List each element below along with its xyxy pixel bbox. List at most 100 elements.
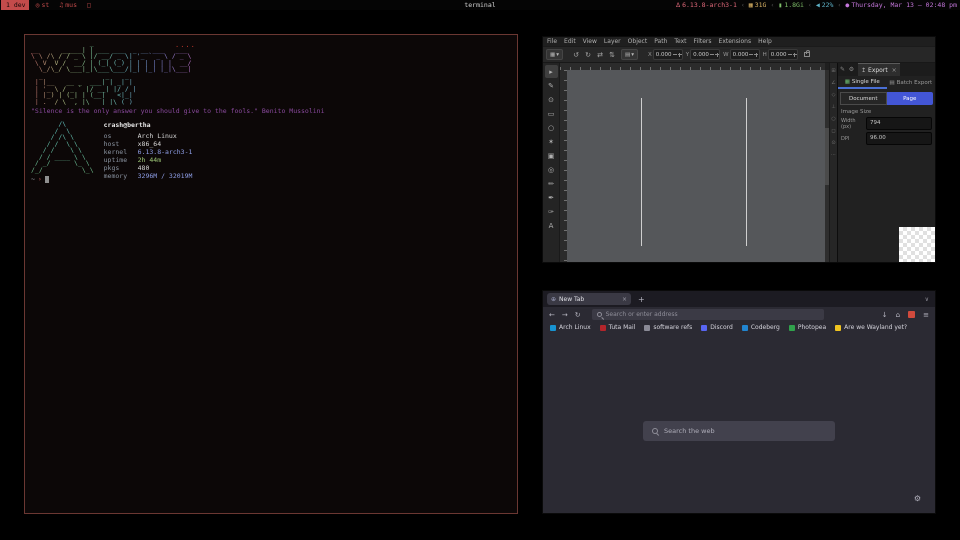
inkscape-window[interactable]: File Edit View Layer Object Path Text Filters Ex… xyxy=(542,36,936,263)
menu-item[interactable]: Edit xyxy=(564,38,576,45)
spinbox-value[interactable]: 0.000 xyxy=(691,52,709,58)
snap-icon[interactable]: ⊥ xyxy=(831,104,835,110)
select-mode-dropdown[interactable]: ▦▾ xyxy=(546,49,563,60)
align-dropdown[interactable]: ▤▾ xyxy=(621,49,638,60)
menu-item[interactable]: Extensions xyxy=(719,38,752,45)
bookmark-item[interactable]: Arch Linux xyxy=(550,324,591,331)
spinbox[interactable]: 0.000 xyxy=(653,49,683,60)
coordinate-field: Y0.000 xyxy=(686,49,720,60)
back-icon[interactable]: ← xyxy=(549,311,555,319)
tool-button[interactable]: ✑ xyxy=(545,205,558,218)
workspace-tag[interactable]: ◎st xyxy=(33,0,53,10)
bookmark-label: Codeberg xyxy=(751,324,780,331)
tab-bar: ⊕ New Tab × + ∨ xyxy=(543,291,935,307)
export-mode-tab[interactable]: ▤Batch Export xyxy=(887,76,936,89)
tool-button[interactable]: ○ xyxy=(545,121,558,134)
menu-item[interactable]: Layer xyxy=(604,38,621,45)
bookmark-item[interactable]: Codeberg xyxy=(742,324,780,331)
bookmark-item[interactable]: Photopea xyxy=(789,324,826,331)
tool-button[interactable]: ▣ xyxy=(545,149,558,162)
downloads-icon[interactable]: ↓ xyxy=(882,311,888,319)
increment-icon[interactable] xyxy=(714,50,719,59)
spinbox[interactable]: 0.000 xyxy=(730,49,760,60)
spinbox-value[interactable]: 0.000 xyxy=(731,52,749,58)
menu-item[interactable]: Object xyxy=(628,38,648,45)
spinbox-value[interactable]: 0.000 xyxy=(654,52,672,58)
menu-item[interactable]: Text xyxy=(674,38,686,45)
snap-icon[interactable]: ⋯ xyxy=(831,152,836,158)
dock-dialog-icon[interactable]: ✎ xyxy=(838,66,847,73)
vertical-ruler xyxy=(560,70,567,262)
forward-icon[interactable]: → xyxy=(562,311,568,319)
reload-icon[interactable]: ↻ xyxy=(575,311,581,319)
increment-icon[interactable] xyxy=(753,50,758,59)
tool-button[interactable]: ▸ xyxy=(545,65,558,78)
module-text: Thursday, Mar 13 — 02:48 pm xyxy=(851,0,957,10)
lock-ratio-icon[interactable] xyxy=(804,52,810,57)
tool-button[interactable]: ◎ xyxy=(545,163,558,176)
tool-button[interactable]: ⊙ xyxy=(545,93,558,106)
tool-button[interactable]: ✏ xyxy=(545,177,558,190)
spinbox-value[interactable]: 0.000 xyxy=(769,52,787,58)
transform-buttons: ↺↻⇄⇅ xyxy=(571,51,617,59)
snap-icon[interactable]: ⊙ xyxy=(831,140,835,146)
tool-button[interactable]: ✶ xyxy=(545,135,558,148)
menu-icon[interactable]: ≡ xyxy=(923,311,929,319)
menu-item[interactable]: View xyxy=(583,38,597,45)
snap-icon[interactable]: ◇ xyxy=(832,92,836,98)
workspace-tag[interactable]: □ xyxy=(84,0,96,10)
snap-icon[interactable]: ⊞ xyxy=(831,68,835,74)
close-icon[interactable]: × xyxy=(892,67,897,74)
tab-title: New Tab xyxy=(559,296,619,303)
bookmark-item[interactable]: Discord xyxy=(701,324,733,331)
close-icon[interactable]: × xyxy=(622,296,627,303)
web-search-box[interactable]: Search the web xyxy=(643,421,835,441)
increment-icon[interactable] xyxy=(792,50,797,59)
url-bar[interactable]: Search or enter address xyxy=(592,309,824,320)
tool-button[interactable]: ▭ xyxy=(545,107,558,120)
export-scope-button[interactable]: Page xyxy=(887,92,934,105)
menu-item[interactable]: Path xyxy=(654,38,667,45)
tool-button[interactable]: ✒ xyxy=(545,191,558,204)
export-mode-tab[interactable]: ▦Single File xyxy=(838,76,887,89)
bookmark-item[interactable]: Are we Wayland yet? xyxy=(835,324,907,331)
bookmark-item[interactable]: software refs xyxy=(644,324,692,331)
bookmark-label: Are we Wayland yet? xyxy=(844,324,907,331)
width-input[interactable]: 794 xyxy=(866,117,932,130)
new-tab-button[interactable]: + xyxy=(638,295,645,304)
increment-icon[interactable] xyxy=(677,50,682,59)
export-mode-label: Single File xyxy=(852,79,880,85)
transform-icon[interactable]: ↺ xyxy=(571,51,581,59)
workspace-tag[interactable]: ♫mus xyxy=(56,0,80,10)
menu-item[interactable]: File xyxy=(547,38,557,45)
gear-icon[interactable]: ⚙ xyxy=(914,494,921,503)
snap-icon[interactable]: ∠ xyxy=(831,80,835,86)
transform-icon[interactable]: ↻ xyxy=(583,51,593,59)
dock-dialog-icon[interactable]: ⚙ xyxy=(847,66,856,73)
export-dialog-tab[interactable]: ↥ Export × xyxy=(858,63,900,76)
snap-icon[interactable]: ○ xyxy=(831,116,835,122)
list-tabs-chevron-icon[interactable]: ∨ xyxy=(925,296,929,303)
export-scope-button[interactable]: Document xyxy=(840,92,887,105)
adblock-extension-icon[interactable] xyxy=(908,311,915,318)
tool-button[interactable]: ✎ xyxy=(545,79,558,92)
bookmark-item[interactable]: Tuta Mail xyxy=(600,324,636,331)
transform-icon[interactable]: ⇅ xyxy=(607,51,617,59)
dpi-input[interactable]: 96.00 xyxy=(866,132,932,145)
inkscape-canvas[interactable] xyxy=(567,70,825,262)
terminal-window[interactable]: _ __ _____| | ___ ___ _ __ ___ ___ \ \ /… xyxy=(24,34,518,514)
menu-item[interactable]: Filters xyxy=(694,38,712,45)
spinbox[interactable]: 0.000 xyxy=(768,49,798,60)
browser-tab[interactable]: ⊕ New Tab × xyxy=(547,293,631,305)
text-cursor xyxy=(45,176,49,183)
width-label: Width (px) xyxy=(841,118,863,130)
transform-icon[interactable]: ⇄ xyxy=(595,51,605,59)
browser-window[interactable]: ⊕ New Tab × + ∨ ← → ↻ Search or enter ad… xyxy=(542,290,936,514)
spinbox[interactable]: 0.000 xyxy=(690,49,720,60)
tool-button[interactable]: A xyxy=(545,219,558,232)
snap-icon[interactable]: ◻ xyxy=(831,128,835,134)
workspace-tag[interactable]: 1 dev xyxy=(1,0,29,10)
menu-item[interactable]: Help xyxy=(758,38,772,45)
shell-prompt[interactable]: ~ › xyxy=(31,175,49,183)
home-icon[interactable]: ⌂ xyxy=(896,311,900,319)
